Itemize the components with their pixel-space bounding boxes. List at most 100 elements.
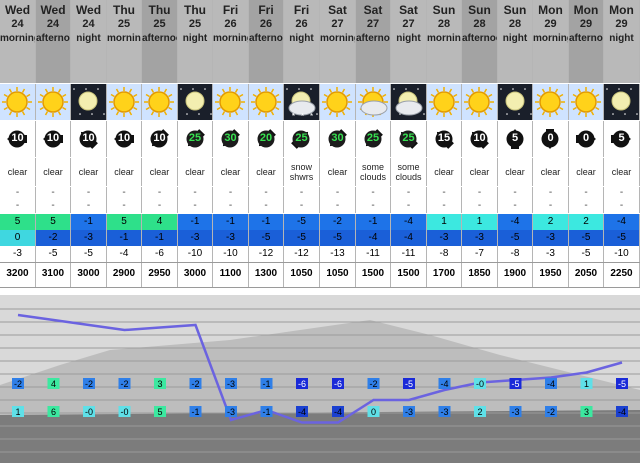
max-temp-cell: -4 <box>391 214 427 230</box>
wind-speed: 10 <box>142 132 177 144</box>
dash-label: - <box>584 187 587 198</box>
wind-speed: 30 <box>320 132 355 144</box>
freezing-level-cell: 1500 <box>356 263 391 287</box>
wind-chill-value: -8 <box>440 248 449 259</box>
row-divider <box>0 287 640 288</box>
day-label: Mon <box>533 3 568 17</box>
freezing-level-cell: 3100 <box>36 263 71 287</box>
dash-label: - <box>229 200 232 211</box>
empty-value: - <box>71 200 107 213</box>
condition-label: clear <box>612 167 632 177</box>
temp-label: -3 <box>227 379 235 389</box>
wind-cell: 10 <box>462 121 498 157</box>
date-label: 28 <box>498 17 532 31</box>
min-temp-cell: -1 <box>142 230 178 246</box>
empty-value: - <box>569 200 604 213</box>
sun-icon <box>533 107 568 120</box>
temp-label: -0 <box>476 379 484 389</box>
max-temp-value: 5 <box>121 216 127 227</box>
temp-label: 1 <box>15 407 20 417</box>
freezing-level-value: 1050 <box>326 268 348 279</box>
max-temp-cell: -1 <box>213 214 249 230</box>
wind-chill-value: -11 <box>402 248 416 259</box>
period-label: night <box>71 33 106 45</box>
freezing-level-cell: 2250 <box>604 263 640 287</box>
date-label: 29 <box>569 17 603 31</box>
min-temp-cell: -3 <box>462 230 498 246</box>
max-temp-cell: 5 <box>0 214 36 230</box>
moon-icon <box>178 107 213 120</box>
temp-label: 3 <box>584 407 589 417</box>
empty-value: - <box>36 200 71 213</box>
empty-value: - <box>533 187 569 200</box>
freezing-level-value: 1500 <box>397 268 419 279</box>
dash-label: - <box>193 200 196 211</box>
date-label: 24 <box>36 17 70 31</box>
max-temp-value: 5 <box>15 216 21 227</box>
condition-cell: clear <box>462 158 498 186</box>
dash-label: - <box>407 187 410 198</box>
wind-chill-cell: -11 <box>356 246 391 262</box>
wind-cell: 0 <box>533 121 569 157</box>
condition-cell: some clouds <box>356 158 391 186</box>
weather-cell <box>71 84 107 120</box>
condition-label: clear <box>256 167 276 177</box>
min-temp-value: 0 <box>15 232 21 243</box>
date-label: 26 <box>284 17 319 31</box>
dash-label: - <box>371 200 374 211</box>
period-label: morning <box>427 33 461 45</box>
dash-label: - <box>584 200 587 211</box>
temp-label: -1 <box>262 379 270 389</box>
wind-chill-cell: -5 <box>569 246 604 262</box>
freezing-level-chart: -24-2-23-2-3-1-6-6-2-5-4-0-5-41-516-0-05… <box>0 295 640 463</box>
sun-icon <box>462 107 497 120</box>
max-temp-value: 2 <box>548 216 554 227</box>
empty-value: - <box>462 187 498 200</box>
dash-label: - <box>16 200 19 211</box>
temp-label: -1 <box>191 407 199 417</box>
description-row: clearclearclearclearclearclearclearclear… <box>0 158 640 186</box>
row-divider <box>0 262 640 263</box>
wind-chill-cell: -8 <box>427 246 462 262</box>
temp-label: -0 <box>85 407 93 417</box>
condition-label: clear <box>8 167 28 177</box>
min-temp-value: -5 <box>297 232 306 243</box>
date-label: 25 <box>107 17 141 31</box>
freezing-level-value: 3200 <box>6 268 28 279</box>
column-header: Sat27afternoon <box>356 0 391 83</box>
wind-speed: 25 <box>284 132 319 144</box>
temp-label: -5 <box>405 379 413 389</box>
column-header: Mon29morning <box>533 0 569 83</box>
column-header: Mon29night <box>604 0 640 83</box>
condition-label: clear <box>150 167 170 177</box>
condition-cell: clear <box>142 158 178 186</box>
condition-label: clear <box>79 167 99 177</box>
wind-chill-cell: -5 <box>36 246 71 262</box>
temp-label: -5 <box>618 379 626 389</box>
date-label: 24 <box>71 17 106 31</box>
condition-cell: clear <box>249 158 284 186</box>
empty-value: - <box>71 187 107 200</box>
wind-chill-value: -12 <box>294 248 308 259</box>
dash-label: - <box>620 200 623 211</box>
empty-value: - <box>533 200 569 213</box>
temp-label: -4 <box>618 407 626 417</box>
freezing-level-value: 2250 <box>610 268 632 279</box>
temp-label: 1 <box>584 379 589 389</box>
date-label: 25 <box>142 17 177 31</box>
min-temp-value: -4 <box>404 232 413 243</box>
freezing-level-cell: 1300 <box>249 263 284 287</box>
freezing-level-cell: 1950 <box>533 263 569 287</box>
weather-cell <box>533 84 569 120</box>
max-temp-value: -4 <box>404 216 413 227</box>
wind-cell: 25 <box>391 121 427 157</box>
min-temp-value: -3 <box>546 232 555 243</box>
dash-label: - <box>158 187 161 198</box>
temp-label: 3 <box>157 379 162 389</box>
sun-icon <box>107 107 142 120</box>
day-label: Wed <box>36 3 70 17</box>
max-temp-value: -1 <box>191 216 200 227</box>
max-temp-value: -2 <box>333 216 342 227</box>
period-label: morning <box>320 33 355 45</box>
wind-chill-cell: -10 <box>178 246 213 262</box>
